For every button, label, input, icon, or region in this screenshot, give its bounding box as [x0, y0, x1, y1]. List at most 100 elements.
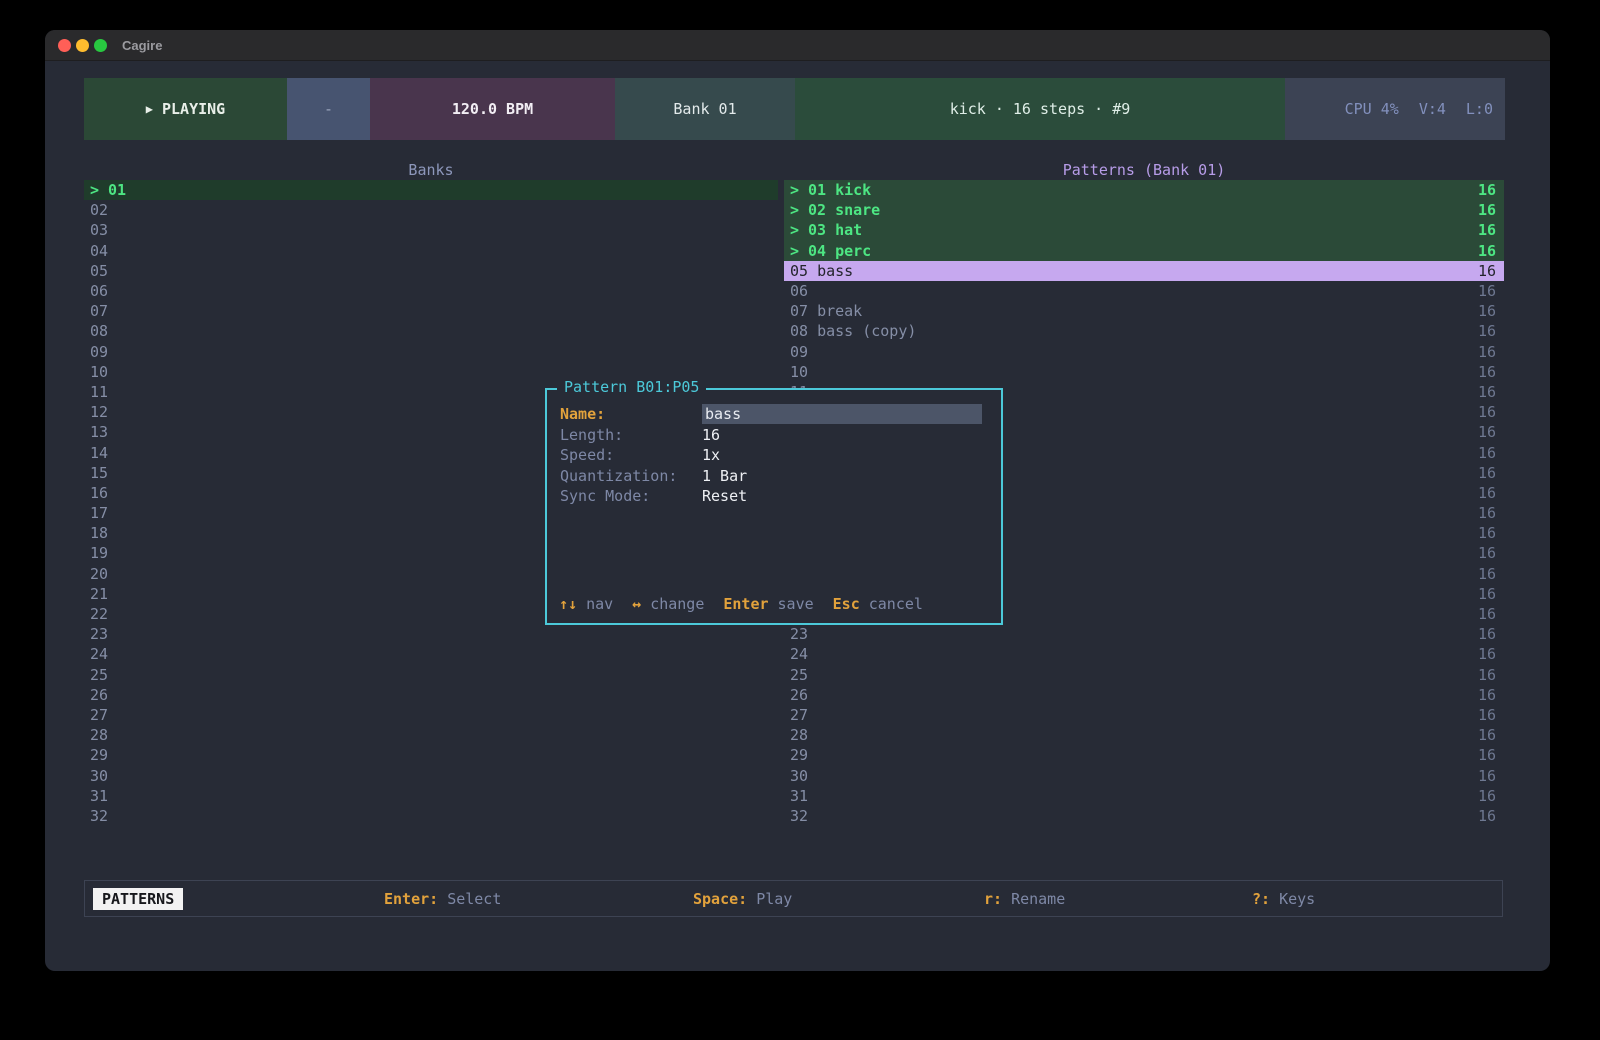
- bank-row[interactable]: 31: [84, 786, 778, 806]
- field-label: Quantization:: [560, 467, 702, 485]
- pattern-row[interactable]: 2616: [784, 685, 1504, 705]
- field-label: Length:: [560, 426, 702, 444]
- bank-row[interactable]: 24: [84, 644, 778, 664]
- app-window: Cagire ▶ PLAYING - 120.0 BPM Bank 01 kic…: [45, 30, 1550, 971]
- pattern-row[interactable]: >02snare16: [784, 200, 1504, 220]
- pattern-steps: 16: [1478, 444, 1496, 462]
- hint-key: ?:: [1252, 890, 1270, 908]
- bank-number: 09: [90, 343, 108, 361]
- pattern-row[interactable]: 3216: [784, 806, 1504, 826]
- pattern-row[interactable]: >01kick16: [784, 180, 1504, 200]
- dialog-hints: ↑↓nav↔changeEntersaveEsccancel: [559, 595, 923, 613]
- pattern-row[interactable]: 2516: [784, 665, 1504, 685]
- bpm-display[interactable]: 120.0 BPM: [370, 78, 615, 140]
- pattern-row[interactable]: 2716: [784, 705, 1504, 725]
- bank-number: 25: [90, 666, 108, 684]
- bank-number: 11: [90, 383, 108, 401]
- bank-display[interactable]: Bank 01: [615, 78, 795, 140]
- hint-action: Keys: [1279, 890, 1315, 908]
- status-bar: PATTERNS Enter:SelectSpace:Playr:Rename?…: [84, 880, 1503, 917]
- pattern-number: 26: [790, 686, 808, 704]
- pattern-row[interactable]: 3116: [784, 786, 1504, 806]
- field-value[interactable]: 1 Bar: [702, 467, 747, 485]
- bank-row[interactable]: 32: [84, 806, 778, 826]
- bank-row[interactable]: 23: [84, 624, 778, 644]
- pattern-steps: 16: [1478, 746, 1496, 764]
- bank-number: 16: [90, 484, 108, 502]
- pattern-number: 03: [808, 221, 826, 239]
- selection-marker-icon: >: [790, 242, 808, 260]
- pattern-row[interactable]: >03hat16: [784, 220, 1504, 240]
- pattern-row[interactable]: 07break16: [784, 301, 1504, 321]
- zoom-window-icon[interactable]: [94, 39, 107, 52]
- pattern-row[interactable]: 05bass16: [784, 261, 1504, 281]
- statusbar-hint: Space:Play: [693, 881, 792, 916]
- hint-action: Play: [756, 890, 792, 908]
- minimize-window-icon[interactable]: [76, 39, 89, 52]
- bank-number: 32: [90, 807, 108, 825]
- pattern-number: 07: [790, 302, 808, 320]
- pattern-row[interactable]: 29 16: [784, 745, 1504, 765]
- bank-row[interactable]: 02: [84, 200, 778, 220]
- bank-row[interactable]: 04: [84, 241, 778, 261]
- pattern-steps: 16: [1478, 383, 1496, 401]
- pattern-number: 29: [790, 746, 808, 764]
- field-value[interactable]: 16: [702, 426, 720, 444]
- pattern-row[interactable]: 2416: [784, 644, 1504, 664]
- pattern-row[interactable]: 3016: [784, 765, 1504, 785]
- selection-marker-icon: >: [790, 221, 808, 239]
- dialog-field: Quantization:1 Bar: [560, 466, 988, 487]
- pattern-number: 06: [790, 282, 808, 300]
- metronome-indicator: -: [324, 100, 333, 118]
- pattern-row[interactable]: 0916: [784, 342, 1504, 362]
- pattern-row[interactable]: 2816: [784, 725, 1504, 745]
- transport-status[interactable]: ▶ PLAYING: [84, 78, 287, 140]
- hint-key: r:: [984, 890, 1002, 908]
- bank-number: 17: [90, 504, 108, 522]
- pattern-number: 25: [790, 666, 808, 684]
- bank-row[interactable]: 29: [84, 745, 778, 765]
- close-window-icon[interactable]: [58, 39, 71, 52]
- pattern-row[interactable]: 1016: [784, 362, 1504, 382]
- bank-row[interactable]: 26: [84, 685, 778, 705]
- pattern-steps: 16: [1478, 565, 1496, 583]
- hint-key: ↔: [632, 595, 641, 613]
- bank-number: 21: [90, 585, 108, 603]
- pattern-row[interactable]: 08bass (copy)16: [784, 321, 1504, 341]
- pattern-number: 02: [808, 201, 826, 219]
- bank-row[interactable]: 28: [84, 725, 778, 745]
- field-value[interactable]: Reset: [702, 487, 747, 505]
- pattern-number: 31: [790, 787, 808, 805]
- bank-row[interactable]: 25: [84, 665, 778, 685]
- bank-row[interactable]: >01: [84, 180, 778, 200]
- pattern-row[interactable]: 2316: [784, 624, 1504, 644]
- pattern-row[interactable]: 0616: [784, 281, 1504, 301]
- bank-row[interactable]: 03: [84, 220, 778, 240]
- bank-row[interactable]: 05: [84, 261, 778, 281]
- name-input[interactable]: bass: [702, 404, 982, 424]
- hint-action: Select: [447, 890, 501, 908]
- pattern-steps: 16: [1478, 242, 1496, 260]
- bank-row[interactable]: 08: [84, 321, 778, 341]
- bank-number: 24: [90, 645, 108, 663]
- field-label: Name:: [560, 405, 702, 423]
- metronome-segment[interactable]: -: [287, 78, 370, 140]
- pattern-steps: 16: [1478, 605, 1496, 623]
- bank-row[interactable]: 27: [84, 705, 778, 725]
- transport-bar: ▶ PLAYING - 120.0 BPM Bank 01 kick · 16 …: [84, 78, 1505, 140]
- bank-number: 30: [90, 767, 108, 785]
- pattern-info-display[interactable]: kick · 16 steps · #9: [795, 78, 1285, 140]
- field-value[interactable]: 1x: [702, 446, 720, 464]
- key-hint: ↔change: [632, 595, 704, 613]
- pattern-steps: 16: [1478, 181, 1496, 199]
- load-stat: L:0: [1466, 100, 1493, 118]
- bank-number: 22: [90, 605, 108, 623]
- voices-stat: V:4: [1419, 100, 1446, 118]
- bank-row[interactable]: 06: [84, 281, 778, 301]
- dialog-title: Pattern B01:P05: [557, 378, 706, 396]
- hint-action: Rename: [1011, 890, 1065, 908]
- bank-row[interactable]: 09: [84, 342, 778, 362]
- bank-row[interactable]: 30: [84, 765, 778, 785]
- pattern-row[interactable]: >04perc16: [784, 241, 1504, 261]
- bank-row[interactable]: 07: [84, 301, 778, 321]
